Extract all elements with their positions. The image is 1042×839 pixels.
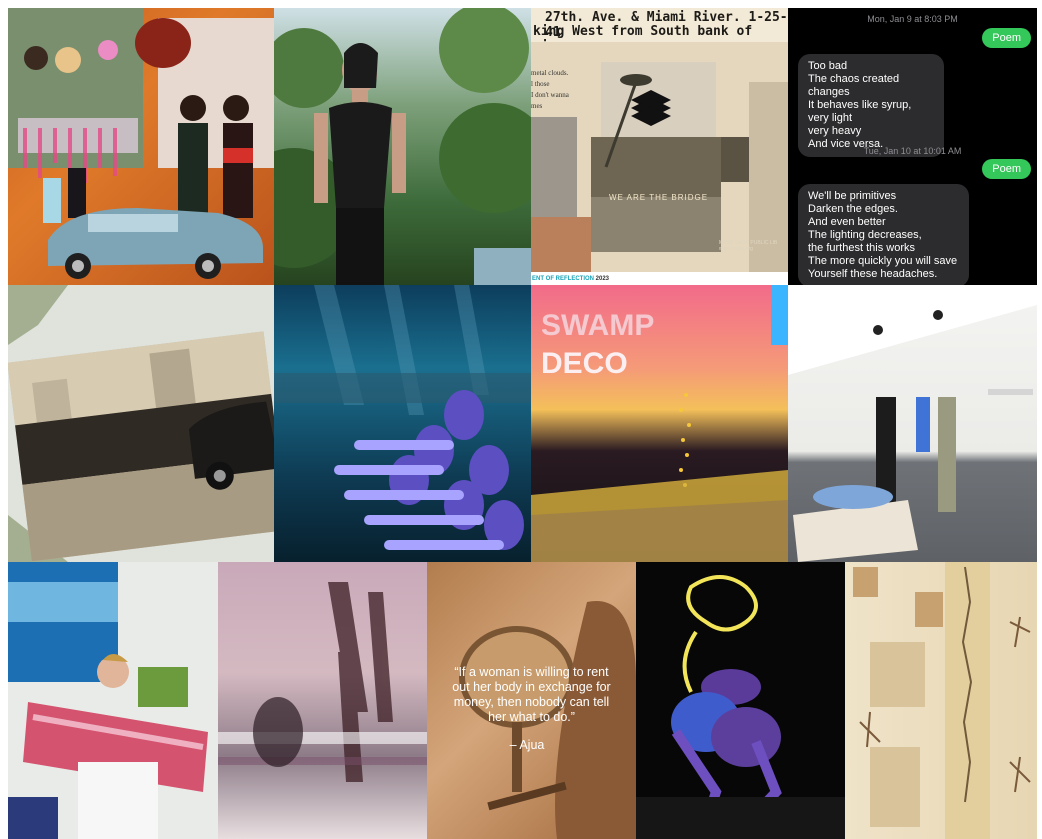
quote-author: – Ajua: [509, 738, 545, 752]
textile-dye-art: [8, 562, 208, 839]
quote-text: “If a woman is willing to rent out her b…: [452, 665, 611, 724]
bridge-footer-year: 2023: [595, 276, 610, 282]
textile-dye-tile[interactable]: [8, 562, 218, 839]
swamp-scene: [531, 285, 788, 562]
bridge-collage-tile[interactable]: 27th. Ave. & Miami River. 1-25-41 king W…: [531, 8, 788, 285]
dance-art: [636, 575, 845, 839]
gallery-art: [788, 285, 1037, 562]
bridge-overlay-text: WE ARE THE BRIDGE: [609, 193, 709, 202]
archive-credit-text: MIAMI-DADE PUBLIC LIB www.mdpls.org: [719, 240, 778, 252]
botanical-tile[interactable]: [845, 562, 1037, 839]
vintage-photo-art: [8, 285, 274, 562]
message-timestamp: Tue, Jan 10 at 10:01 AM: [863, 146, 962, 156]
glitch-art: [218, 582, 427, 782]
collage-tile[interactable]: [8, 8, 274, 285]
bridge-footer-text: ENT OF REFLECTION: [532, 276, 594, 282]
collage-art: [8, 8, 274, 279]
message-bubble-incoming[interactable]: Too bad The chaos created changes It beh…: [798, 54, 944, 157]
underwater-tile[interactable]: [274, 285, 531, 562]
bridge-side-text: metal clouds. l those I don't wanna mes: [531, 69, 569, 110]
portrait-tile[interactable]: [274, 8, 531, 285]
message-bubble-incoming[interactable]: We'll be primitives Darken the edges. An…: [798, 184, 969, 285]
quote-tile[interactable]: “If a woman is willing to rent out her b…: [427, 562, 636, 839]
messages-tile[interactable]: Mon, Jan 9 at 8:03 PM Poem Too bad The c…: [788, 8, 1037, 285]
glitch-tile[interactable]: [218, 562, 427, 839]
vintage-photo-tile[interactable]: [8, 285, 274, 562]
underwater-art: [274, 285, 531, 550]
message-bubble-outgoing[interactable]: Poem: [982, 159, 1031, 179]
gallery-tile[interactable]: [788, 285, 1037, 562]
message-timestamp: Mon, Jan 9 at 8:03 PM: [867, 14, 958, 24]
dance-tile[interactable]: [636, 562, 845, 839]
swamp-deco-tile[interactable]: SWAMP DECO: [531, 285, 788, 562]
portrait-art: [274, 8, 531, 285]
botanical-art: [853, 562, 1031, 839]
message-bubble-outgoing[interactable]: Poem: [982, 28, 1031, 48]
